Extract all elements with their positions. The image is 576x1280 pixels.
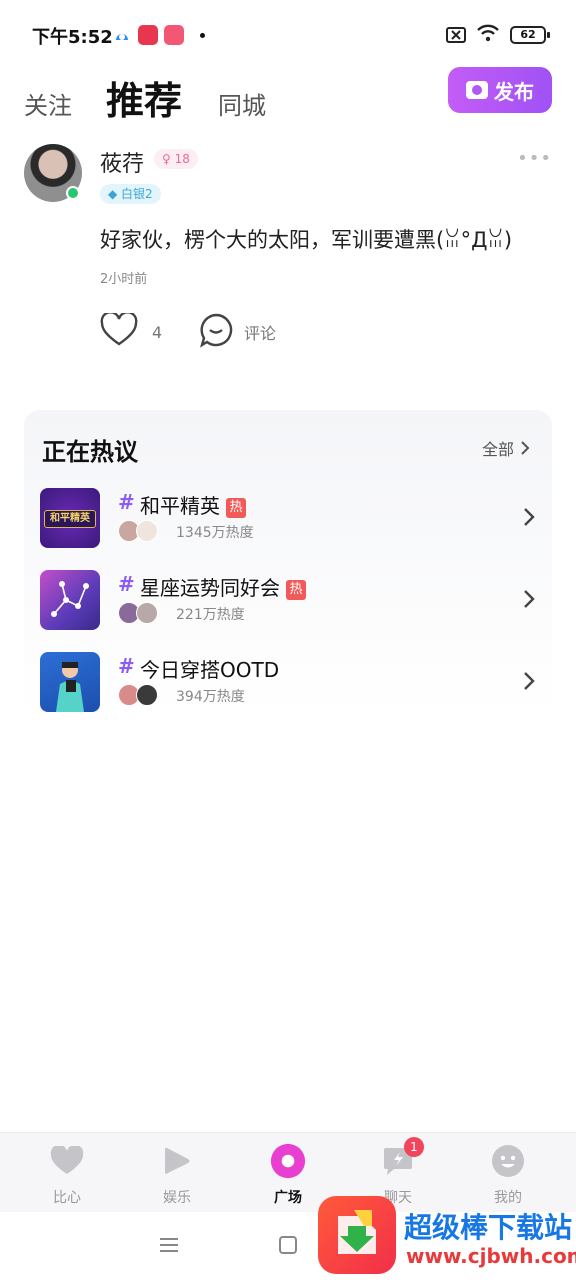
topic-name-text: 和平精英 <box>140 494 220 518</box>
chevron-right-icon <box>524 590 535 608</box>
topic-name: 和平精英热 <box>140 490 246 519</box>
tab-city[interactable]: 同城 <box>218 86 266 121</box>
topic-heat: 394万热度 <box>176 689 245 705</box>
feed-post: 莜荇 ♀ 18 ◆ 白银2 ••• 好家伙，楞个大的太阳，军训要遭黑(ꈍ°Дꈍ)… <box>0 140 576 370</box>
play-icon <box>159 1143 195 1179</box>
age-value: 18 <box>174 152 190 166</box>
comment-icon <box>198 312 234 352</box>
status-right: 62 <box>446 24 550 46</box>
post-username[interactable]: 莜荇 <box>100 146 144 178</box>
menu-icon[interactable] <box>160 1238 178 1252</box>
chevron-right-icon <box>524 672 535 690</box>
watermark-logo <box>318 1196 396 1274</box>
status-bar: 下午5:52 62 <box>0 0 576 60</box>
app-notification-icon <box>138 25 158 45</box>
more-notifications-dot <box>200 33 205 38</box>
avatar <box>136 520 158 542</box>
post-text: 好家伙，楞个大的太阳，军训要遭黑(ꈍ°Дꈍ) <box>100 228 513 252</box>
age-badge: ♀ 18 <box>154 149 198 169</box>
app-notification-icon <box>164 25 184 45</box>
hot-topics-title: 正在热议 <box>42 438 138 466</box>
topic-name: 星座运势同好会热 <box>140 572 306 601</box>
hot-topics-card: 正在热议 全部 和平精英 # 和平精英热 1345万热度 # 星座运势同好会热 … <box>24 410 552 714</box>
online-status-dot <box>66 186 80 200</box>
topic-heat: 221万热度 <box>176 607 245 623</box>
avatar <box>136 684 158 706</box>
tab-follow[interactable]: 关注 <box>24 86 72 121</box>
home-icon[interactable] <box>279 1236 297 1254</box>
comment-button[interactable]: 评论 <box>198 312 277 352</box>
post-time: 2小时前 <box>100 272 148 287</box>
topic-item[interactable]: # 今日穿搭OOTD 394万热度 <box>40 652 540 712</box>
participant-avatars <box>118 602 166 626</box>
publish-label: 发布 <box>494 79 534 104</box>
more-options-icon[interactable]: ••• <box>517 148 552 169</box>
topic-name-text: 星座运势同好会 <box>140 576 280 600</box>
like-count: 4 <box>152 322 163 342</box>
unread-badge: 1 <box>404 1137 424 1157</box>
sim-disabled-icon <box>446 27 466 43</box>
publish-button[interactable]: 发布 <box>448 67 552 113</box>
camera-icon <box>466 81 488 99</box>
status-time: 下午5:52 <box>32 27 113 48</box>
comment-label: 评论 <box>244 324 277 343</box>
participant-avatars <box>118 684 166 708</box>
bottom-nav: 比心 娱乐 广场 1 聊天 我的 <box>0 1132 576 1212</box>
topic-thumbnail <box>40 570 100 630</box>
topic-item[interactable]: # 星座运势同好会热 221万热度 <box>40 570 540 630</box>
nav-label: 比心 <box>53 1190 81 1206</box>
topic-name: 今日穿搭OOTD <box>140 658 280 682</box>
fashion-illustration-icon <box>56 662 84 712</box>
square-circle-icon <box>270 1143 306 1179</box>
nav-item-entertainment[interactable]: 娱乐 <box>137 1143 217 1209</box>
nav-label: 我的 <box>494 1190 522 1206</box>
hash-icon: # <box>118 490 135 514</box>
hash-icon: # <box>118 572 135 596</box>
nav-item-bixin[interactable]: 比心 <box>27 1143 107 1209</box>
topic-heat: 1345万热度 <box>176 525 254 541</box>
tab-recommend[interactable]: 推荐 <box>106 70 182 125</box>
like-button[interactable]: 4 <box>100 311 163 351</box>
game-logo-text: 和平精英 <box>44 510 96 528</box>
chevron-right-icon <box>521 441 530 455</box>
watermark-text: 超级棒下载站 <box>404 1211 573 1244</box>
hot-tag: 热 <box>286 580 306 600</box>
hot-tag: 热 <box>226 498 246 518</box>
participant-avatars <box>118 520 166 544</box>
topic-thumbnail <box>40 652 100 712</box>
hash-icon: # <box>118 654 135 678</box>
profile-face-icon <box>490 1143 526 1179</box>
heart-icon <box>49 1143 85 1179</box>
watermark-url: www.cjbwh.com <box>406 1244 576 1268</box>
nav-item-square[interactable]: 广场 <box>248 1143 328 1209</box>
battery-icon: 62 <box>510 26 550 44</box>
wifi-icon <box>476 24 500 46</box>
level-value: 白银2 <box>121 187 153 201</box>
chevron-right-icon <box>524 508 535 526</box>
cloud-app-icon <box>112 25 132 45</box>
top-tabs: 关注 推荐 同城 发布 <box>0 60 576 130</box>
avatar <box>136 602 158 624</box>
nav-label: 广场 <box>274 1190 302 1206</box>
view-all-link[interactable]: 全部 <box>482 436 530 460</box>
constellation-icon <box>51 581 89 617</box>
topic-item[interactable]: 和平精英 # 和平精英热 1345万热度 <box>40 488 540 548</box>
nav-item-me[interactable]: 我的 <box>468 1143 548 1209</box>
heart-icon <box>100 311 138 351</box>
nav-label: 娱乐 <box>163 1190 191 1206</box>
level-badge: ◆ 白银2 <box>100 184 161 204</box>
topic-thumbnail: 和平精英 <box>40 488 100 548</box>
view-all-label: 全部 <box>481 440 514 459</box>
